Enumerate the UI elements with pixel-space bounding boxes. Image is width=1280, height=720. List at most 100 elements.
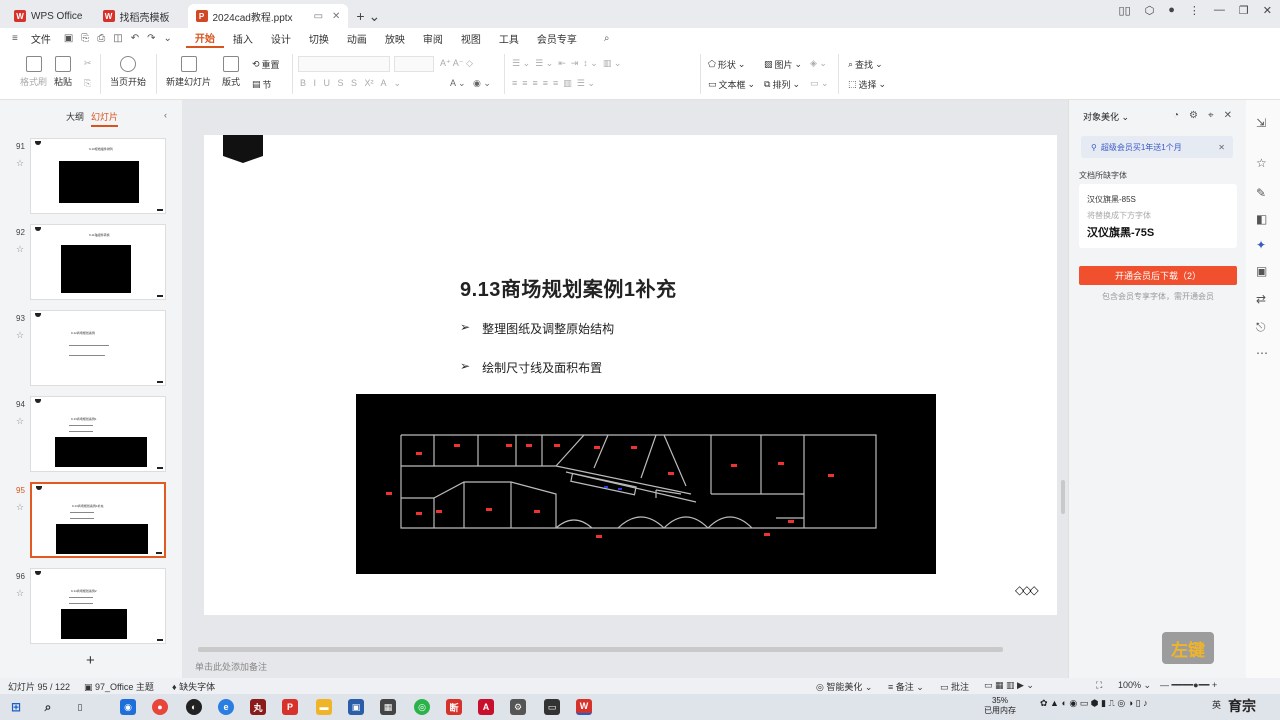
- tab-wps-home[interactable]: W WPS Office: [6, 4, 91, 28]
- menu-view[interactable]: 视图: [452, 28, 490, 48]
- notes-button[interactable]: ≡ 备注 ⌄: [888, 680, 924, 693]
- text-effects-icon[interactable]: A ⌄ ◉ ⌄: [450, 78, 491, 89]
- more-icon[interactable]: ⋮: [1189, 4, 1200, 17]
- wechat-icon[interactable]: ◎: [414, 699, 430, 715]
- theme-name[interactable]: ▣ 97_Office 主题: [84, 680, 154, 693]
- pin-icon[interactable]: ⌖: [1208, 110, 1214, 121]
- bullet-item[interactable]: ➢ 整理图纸及调整原始结构: [460, 320, 614, 337]
- dropdown-icon[interactable]: ⌄: [160, 33, 176, 44]
- from-current-button[interactable]: 当页开始: [110, 56, 146, 88]
- wps-icon[interactable]: W: [576, 699, 592, 715]
- paste-button[interactable]: 粘贴: [54, 56, 72, 88]
- tab-slides[interactable]: 幻灯片: [91, 110, 119, 127]
- slide-thumbnail[interactable]: 9.10柜档插件排列: [30, 138, 166, 214]
- panel-title[interactable]: 对象美化 ⌄: [1083, 110, 1129, 123]
- screen-icon[interactable]: ▭: [314, 11, 323, 22]
- slide-title[interactable]: 9.13商场规划案例1补充: [460, 273, 677, 302]
- slide-thumbnail-selected[interactable]: 9.13商场规划案例1补充: [30, 482, 166, 558]
- menu-tools[interactable]: 工具: [490, 28, 528, 48]
- shape-button[interactable]: ⬠ 形状 ⌄: [708, 58, 745, 71]
- chrome-icon[interactable]: ●: [152, 699, 168, 715]
- tray-icons[interactable]: ✿ ▲ ◐ ◉ ▭ ⬢ ▮ ⎍ ◎ ◑ ▯ ♪: [1040, 698, 1148, 709]
- tab-document[interactable]: P 2024cad教程.pptx ▭ ✕: [187, 4, 349, 28]
- menu-slideshow[interactable]: 放映: [376, 28, 414, 48]
- app-icon[interactable]: 断: [446, 699, 462, 715]
- cut-icon[interactable]: ✂: [84, 58, 92, 69]
- star-icon[interactable]: ☆: [16, 244, 24, 255]
- format-painter-button[interactable]: 格式刷: [20, 56, 47, 88]
- collapse-icon[interactable]: ‹: [164, 110, 167, 120]
- star-icon[interactable]: ☆: [16, 416, 24, 427]
- save-icon[interactable]: ▣: [60, 33, 77, 44]
- slide-thumbnail[interactable]: 9.12商场规划案例: [30, 310, 166, 386]
- section-button[interactable]: ▤ 节: [252, 78, 272, 91]
- font-card[interactable]: 汉仪旗黑-85S 将替换成下方字体 汉仪旗黑-75S: [1079, 184, 1237, 248]
- menu-member[interactable]: 会员专享: [528, 28, 586, 48]
- browser-icon[interactable]: e: [218, 699, 234, 715]
- print-icon[interactable]: ⎙: [93, 33, 109, 44]
- horizontal-scrollbar[interactable]: [192, 647, 1056, 652]
- thumbnail-row[interactable]: 96 ☆ 9.14商场规划案例2: [0, 568, 182, 648]
- headset-icon[interactable]: ◔: [1173, 110, 1179, 121]
- settings-icon[interactable]: ⚙: [1189, 110, 1198, 121]
- menu-design[interactable]: 设计: [262, 28, 300, 48]
- menu-file[interactable]: 文件: [22, 28, 60, 48]
- screen-icon[interactable]: ▭: [544, 699, 560, 715]
- layout-button[interactable]: 版式: [222, 56, 240, 88]
- comments-button[interactable]: ▭ 批注: [940, 680, 969, 693]
- windows-start-icon[interactable]: ⊞: [8, 699, 24, 715]
- slide-thumbnail[interactable]: 9.13商场规划案例1: [30, 396, 166, 472]
- tab-outline[interactable]: 大纲: [66, 110, 84, 123]
- menu-insert[interactable]: 插入: [224, 28, 262, 48]
- thumbnail-row[interactable]: 92 ☆ 9.11轴组件转换: [0, 224, 182, 304]
- menu-review[interactable]: 审阅: [414, 28, 452, 48]
- add-slide-button[interactable]: +: [86, 652, 95, 669]
- find-button[interactable]: ⌕ 查找 ⌄: [848, 58, 883, 71]
- reset-button[interactable]: ⟲ 重置: [252, 58, 280, 71]
- undo-icon[interactable]: ↶: [127, 33, 143, 44]
- close-icon[interactable]: ✕: [1224, 110, 1232, 121]
- notes-area[interactable]: 单击此处添加备注: [195, 660, 267, 673]
- menu-home[interactable]: 开始: [185, 28, 224, 48]
- translate-icon[interactable]: ⇄: [1256, 292, 1266, 306]
- bullet-item[interactable]: ➢ 绘制尺寸线及面积布置: [460, 359, 602, 376]
- share-icon[interactable]: ⎋: [1256, 320, 1266, 335]
- calculator-icon[interactable]: ▦: [380, 699, 396, 715]
- tab-template[interactable]: W 找稻壳模板: [95, 4, 178, 28]
- outline-button[interactable]: ▭ ⌄: [810, 78, 829, 89]
- remote-icon[interactable]: ▣: [348, 699, 364, 715]
- hamburger-icon[interactable]: ≡: [8, 33, 22, 44]
- download-button[interactable]: 开通会员后下载（2）: [1079, 266, 1237, 285]
- qq-icon[interactable]: ◐: [186, 699, 202, 715]
- new-slide-button[interactable]: 新建幻灯片: [166, 56, 211, 88]
- font-family-select[interactable]: [298, 56, 390, 72]
- thumbnail-row[interactable]: 93 ☆ 9.12商场规划案例: [0, 310, 182, 390]
- missing-font-status[interactable]: ♦ 缺失字体: [172, 680, 215, 693]
- paragraph-icons-row2[interactable]: ≡ ≡ ≡ ≡ ≡ ▥ ☰ ⌄: [512, 78, 595, 89]
- thumbnail-row[interactable]: 95 ☆ 9.13商场规划案例1补充: [0, 482, 182, 562]
- cad-floorplan-image[interactable]: [356, 394, 936, 574]
- new-tab-button[interactable]: + ⌄: [348, 4, 388, 28]
- redo-icon[interactable]: ↷: [143, 33, 159, 44]
- app-icon[interactable]: ◉: [120, 699, 136, 715]
- vertical-scrollbar[interactable]: [1061, 480, 1065, 514]
- thumbnail-row[interactable]: 91 ☆ 9.10柜档插件排列: [0, 138, 182, 218]
- magic-icon[interactable]: ✦: [1256, 238, 1266, 252]
- fill-button[interactable]: ◈ ⌄: [810, 58, 827, 69]
- close-icon[interactable]: ✕: [332, 11, 340, 22]
- copy-icon[interactable]: ⎘: [84, 78, 91, 89]
- font-grow-icon[interactable]: A⁺ A⁻ ◇: [440, 58, 473, 69]
- text-format-icons[interactable]: B I U S S X² A ⌄: [300, 78, 401, 89]
- menu-animation[interactable]: 动画: [338, 28, 376, 48]
- ime-indicator[interactable]: 英: [1212, 698, 1221, 711]
- search-icon[interactable]: ⌕: [40, 699, 56, 715]
- font-size-select[interactable]: [394, 56, 434, 72]
- layout-icon[interactable]: ▣: [1256, 264, 1267, 278]
- promo-banner[interactable]: ⚲ 超级会员买1年送1个月 ✕: [1081, 136, 1233, 158]
- export-icon[interactable]: ⎘: [77, 33, 93, 44]
- current-slide[interactable]: 9.13商场规划案例1补充 ➢ 整理图纸及调整原始结构 ➢ 绘制尺寸线及面积布置: [204, 135, 1057, 615]
- autocad-icon[interactable]: A: [478, 699, 494, 715]
- close-icon[interactable]: ✕: [1218, 143, 1225, 152]
- view-icons[interactable]: ▭ ▦ ▥ ▶ ⌄: [984, 680, 1034, 691]
- memory-usage[interactable]: 35% 已用内存: [984, 696, 1016, 716]
